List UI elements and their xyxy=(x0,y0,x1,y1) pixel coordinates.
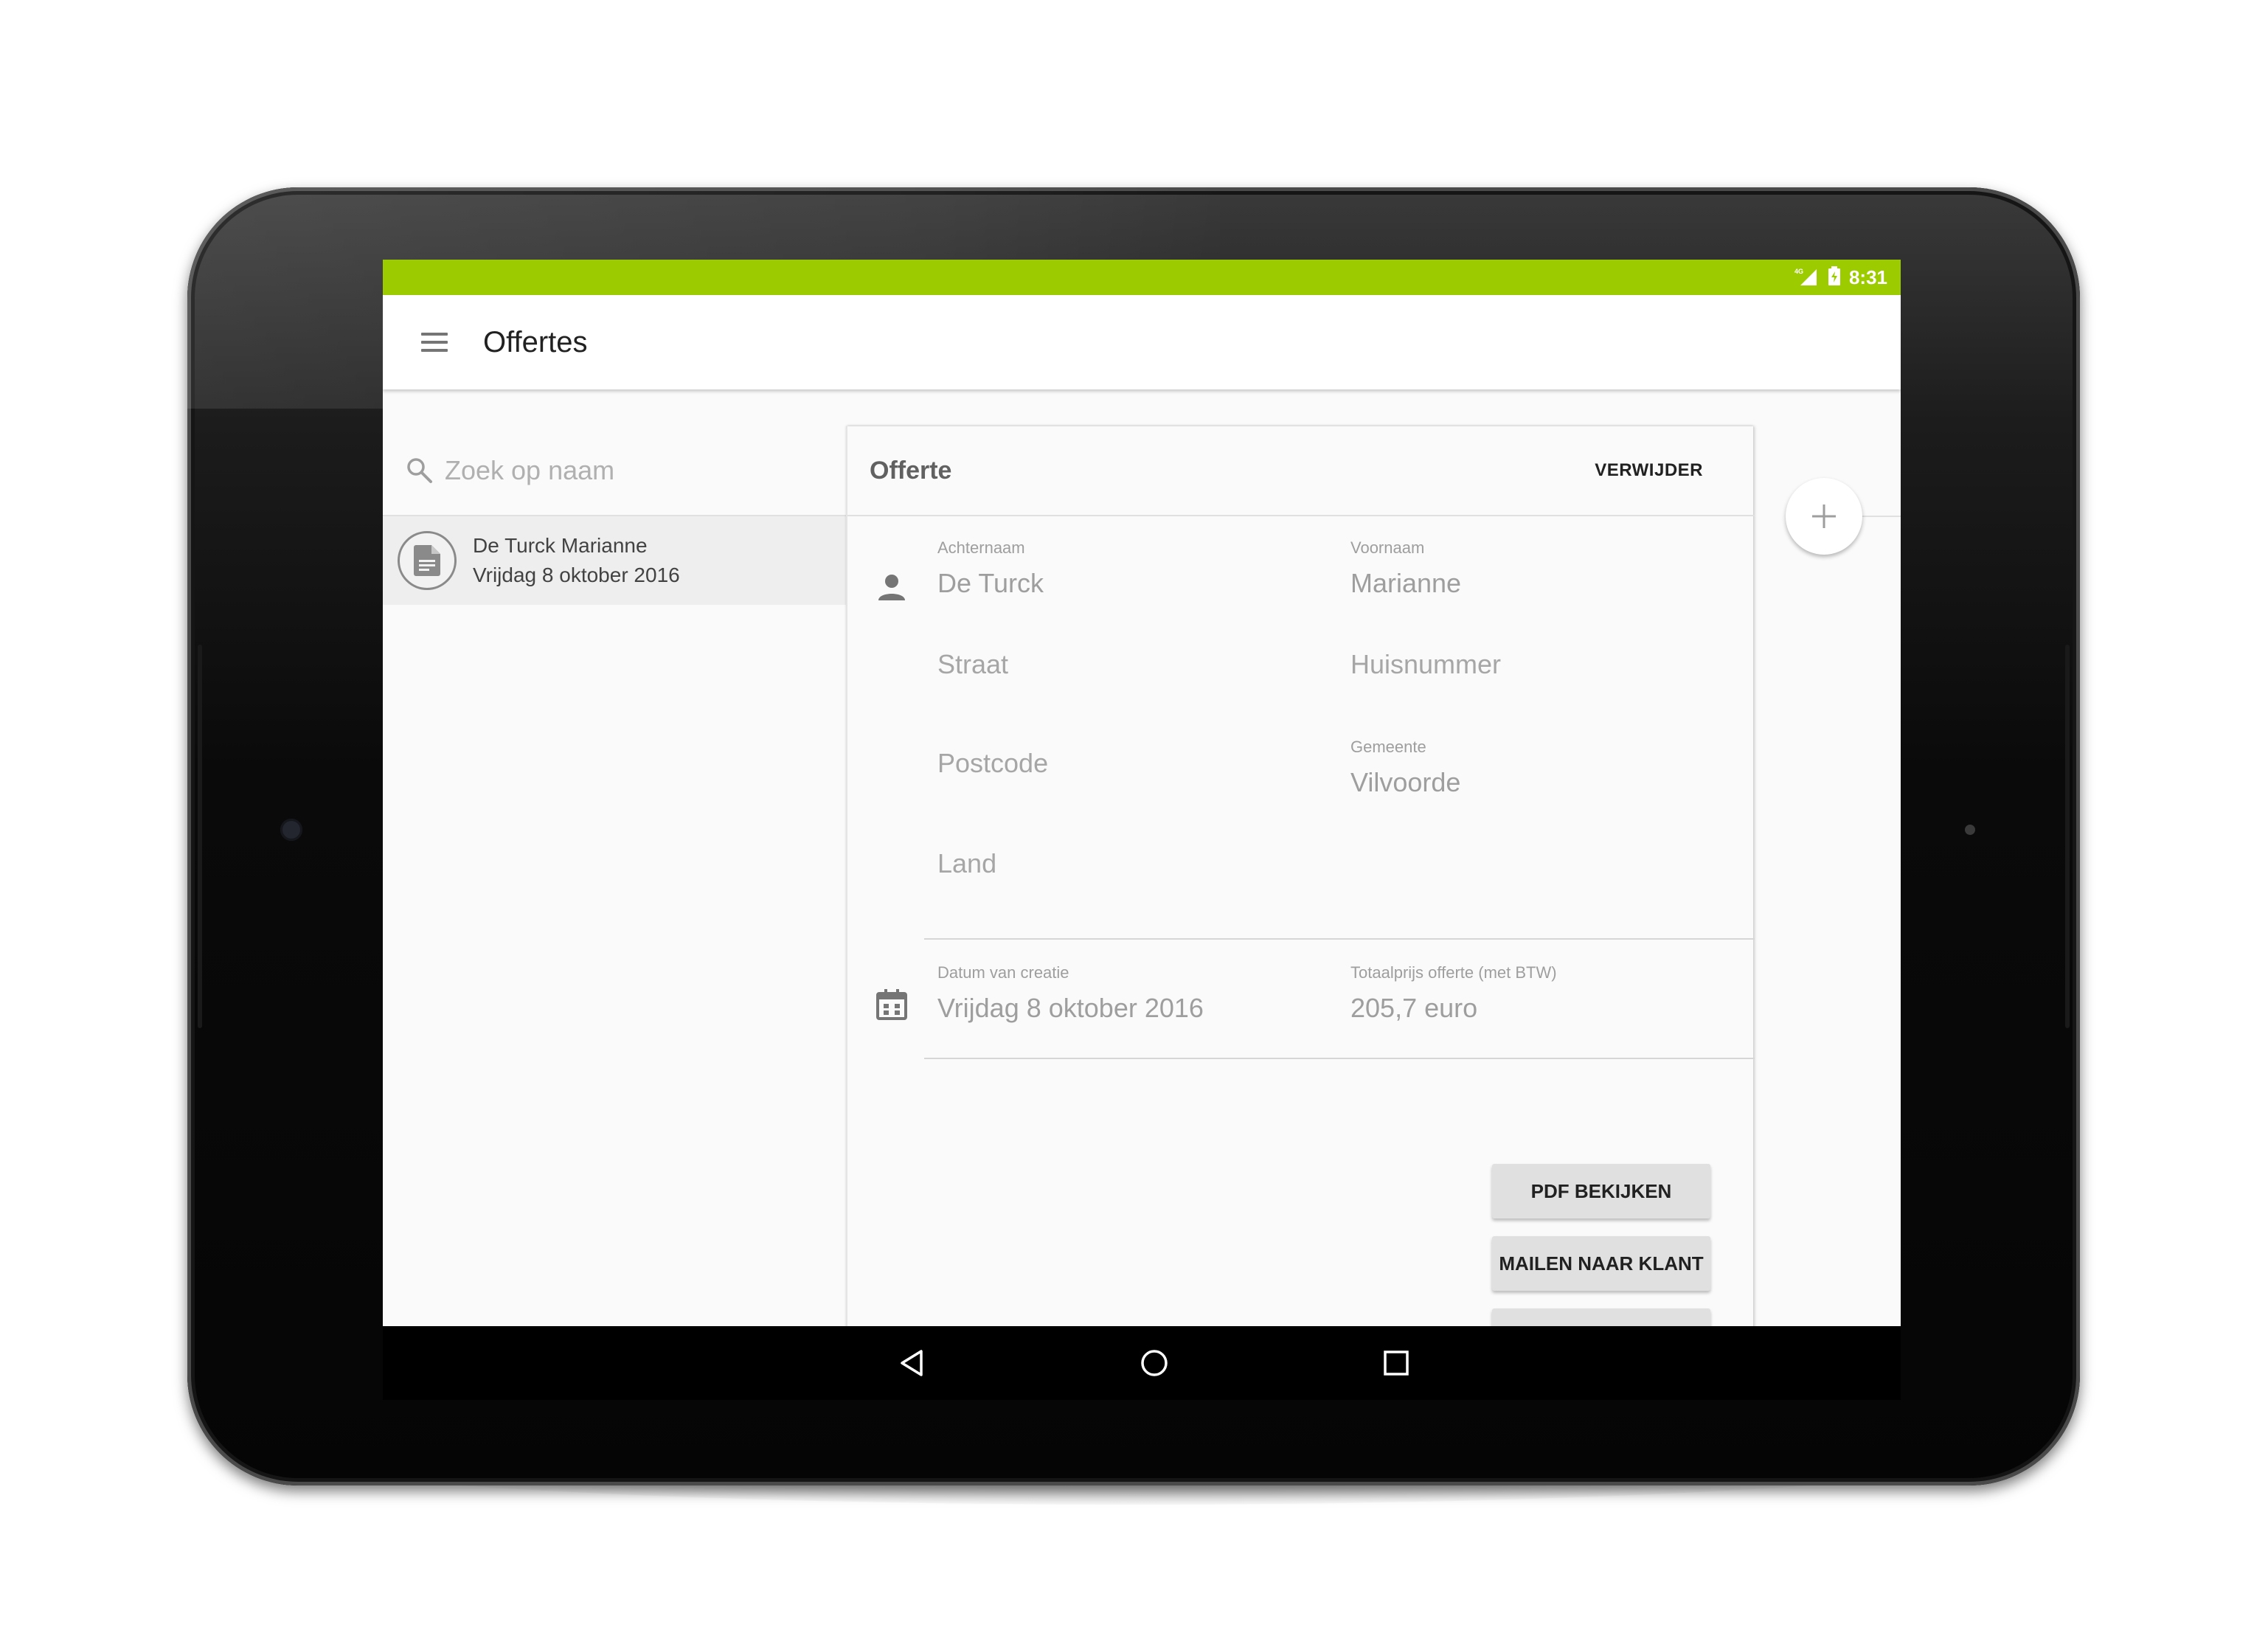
screen: 4G 8:31 Offertes Zoek op naam De Turck M… xyxy=(383,260,1901,1326)
document-icon xyxy=(398,531,457,590)
nav-home-button[interactable] xyxy=(1137,1345,1172,1381)
status-time: 8:31 xyxy=(1848,266,1887,288)
card-divider xyxy=(847,515,1755,516)
housenumber-field[interactable]: Huisnummer xyxy=(1350,620,1501,680)
total-price-field[interactable]: Totaalprijs offerte (met BTW) 205,7 euro xyxy=(1350,963,1557,1024)
card-header: Offerte VERWIJDER xyxy=(847,426,1755,515)
city-label: Gemeente xyxy=(1350,738,1426,756)
light-sensor xyxy=(1965,825,1975,835)
app-bar: Offertes xyxy=(383,295,1901,389)
card-title: Offerte xyxy=(870,456,952,485)
back-triangle-icon xyxy=(901,1350,923,1376)
add-button[interactable] xyxy=(1786,478,1862,555)
list-item-name: De Turck Marianne xyxy=(473,534,648,557)
view-pdf-button[interactable]: PDF BEKIJKEN xyxy=(1492,1164,1710,1218)
menu-icon[interactable] xyxy=(421,327,451,357)
firstname-value: Marianne xyxy=(1350,568,1462,598)
city-value: Vilvoorde xyxy=(1350,767,1461,797)
list-item-text: De Turck Marianne Vrijdag 8 oktober 2016 xyxy=(473,534,680,587)
nav-back-button[interactable] xyxy=(895,1345,930,1381)
search-icon xyxy=(407,458,432,483)
battery-icon xyxy=(1828,266,1840,289)
search-bar xyxy=(383,389,846,515)
delete-button[interactable]: VERWIJDER xyxy=(1595,460,1703,481)
network-type: 4G xyxy=(1794,268,1803,275)
creation-date-label: Datum van creatie xyxy=(937,963,1069,982)
country-field[interactable]: Land xyxy=(937,819,996,879)
speaker-left xyxy=(198,645,202,1028)
speaker-right xyxy=(2065,645,2070,1028)
navigation-bar xyxy=(383,1326,1901,1400)
city-field[interactable]: Gemeente Vilvoorde xyxy=(1350,738,1460,798)
page-title: Offertes xyxy=(483,325,588,358)
plus-icon xyxy=(1812,504,1836,528)
calendar-icon xyxy=(876,989,907,1020)
creation-date-value: Vrijdag 8 oktober 2016 xyxy=(937,993,1204,1023)
search-input[interactable] xyxy=(445,455,814,486)
create-invoice-button[interactable]: FACTUUR AANMAKEN xyxy=(1492,1308,1710,1326)
lastname-label: Achternaam xyxy=(937,538,1025,557)
list-pane: De Turck Marianne Vrijdag 8 oktober 2016 xyxy=(383,389,846,1326)
lastname-field[interactable]: Achternaam De Turck xyxy=(937,538,1044,599)
recents-square-icon xyxy=(1384,1350,1409,1376)
list-item[interactable]: De Turck Marianne Vrijdag 8 oktober 2016 xyxy=(383,516,846,605)
street-field[interactable]: Straat xyxy=(937,620,1008,680)
person-icon xyxy=(878,575,905,600)
creation-date-field[interactable]: Datum van creatie Vrijdag 8 oktober 2016 xyxy=(937,963,1204,1024)
home-circle-icon xyxy=(1141,1350,1168,1376)
firstname-label: Voornaam xyxy=(1350,538,1425,557)
total-price-label: Totaalprijs offerte (met BTW) xyxy=(1350,963,1557,982)
signal-icon: 4G xyxy=(1794,266,1820,289)
postcode-field[interactable]: Postcode xyxy=(937,718,1048,779)
status-bar: 4G 8:31 xyxy=(383,260,1901,295)
section-divider xyxy=(924,938,1755,940)
section-divider xyxy=(924,1058,1755,1059)
list-item-date: Vrijdag 8 oktober 2016 xyxy=(473,564,680,586)
nav-recents-button[interactable] xyxy=(1379,1345,1414,1381)
country-placeholder: Land xyxy=(937,848,997,878)
detail-card: Offerte VERWIJDER Achternaam De Turck Vo… xyxy=(846,426,1755,1326)
fab-divider xyxy=(1862,516,1901,517)
street-placeholder: Straat xyxy=(937,649,1009,679)
lastname-value: De Turck xyxy=(937,568,1044,598)
firstname-field[interactable]: Voornaam Marianne xyxy=(1350,538,1461,599)
housenumber-placeholder: Huisnummer xyxy=(1350,649,1502,679)
postcode-placeholder: Postcode xyxy=(937,748,1049,778)
mail-customer-button[interactable]: MAILEN NAAR KLANT xyxy=(1492,1236,1710,1291)
front-camera xyxy=(280,819,302,841)
total-price-value: 205,7 euro xyxy=(1350,993,1478,1023)
